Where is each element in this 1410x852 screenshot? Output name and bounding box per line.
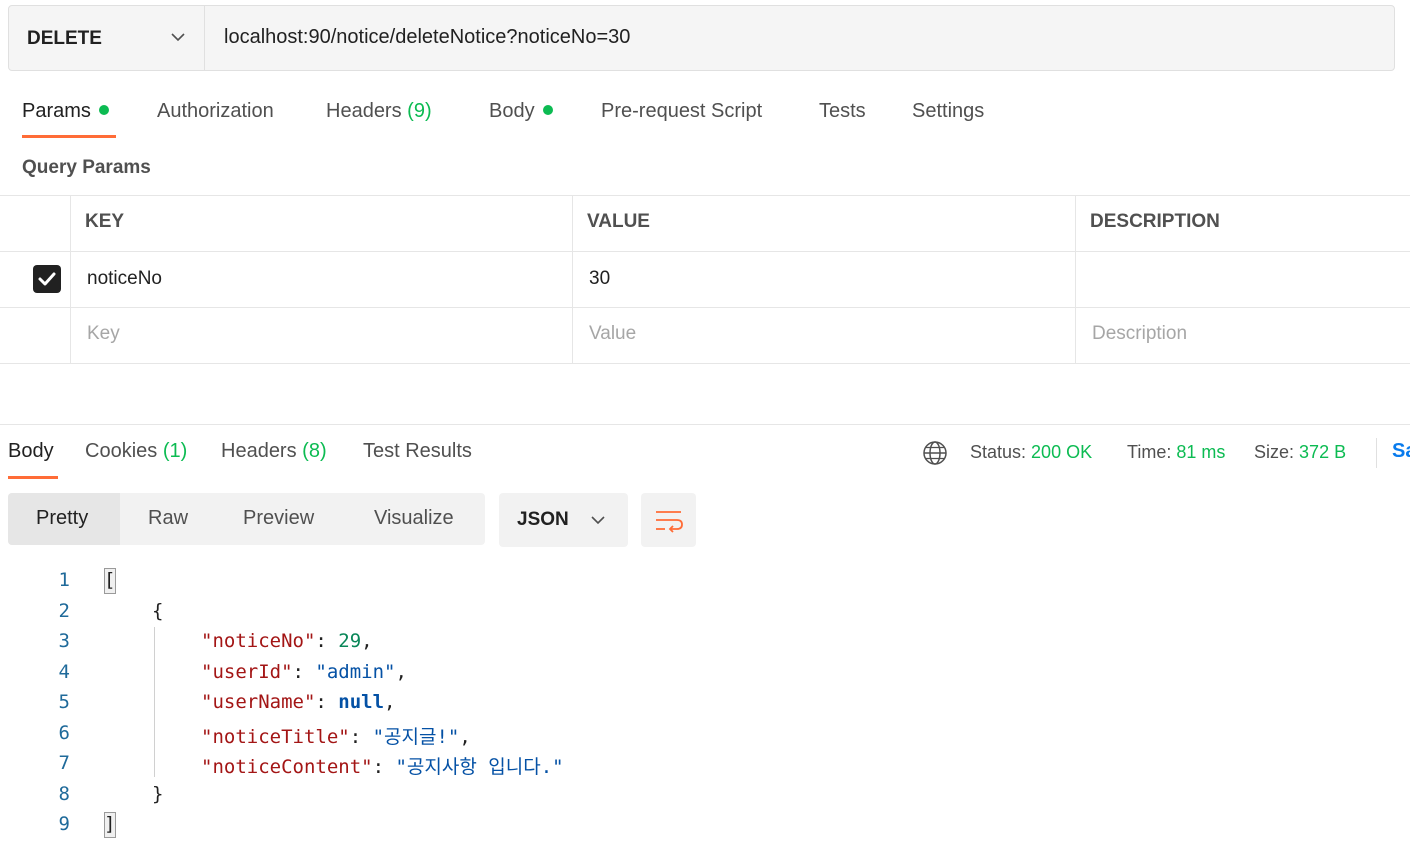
url-input[interactable]: localhost:90/notice/deleteNotice?noticeN… xyxy=(224,26,630,49)
request-bar: DELETE localhost:90/notice/deleteNotice?… xyxy=(8,5,1395,71)
cookies-count: (1) xyxy=(162,440,188,462)
line-number: 3 xyxy=(58,630,70,652)
table-border-header xyxy=(0,251,1410,252)
code-line: "userId": "admin", xyxy=(201,661,407,683)
json-key: "noticeContent" xyxy=(201,756,373,778)
table-border-bottom xyxy=(0,363,1410,364)
checkbox-checked-icon xyxy=(38,272,56,286)
method-label: DELETE xyxy=(27,28,102,49)
view-mode-preview[interactable]: Preview xyxy=(243,507,314,530)
view-mode-raw[interactable]: Raw xyxy=(148,507,188,530)
method-select[interactable]: DELETE xyxy=(9,6,205,70)
table-col-divider xyxy=(70,195,71,363)
indent-guide xyxy=(154,627,155,777)
status-label: Status: xyxy=(970,442,1027,462)
code-line: "noticeContent": "공지사항 입니다." xyxy=(201,756,564,778)
tab-body[interactable]: Body xyxy=(489,100,553,123)
view-mode-pretty[interactable]: Pretty xyxy=(36,507,88,530)
tab-prerequest-script[interactable]: Pre-request Script xyxy=(601,100,762,123)
save-response-button[interactable]: Sa xyxy=(1392,440,1410,463)
column-header-value: VALUE xyxy=(587,211,650,232)
line-number: 9 xyxy=(58,813,70,835)
query-params-title: Query Params xyxy=(22,157,151,178)
param-key-cell[interactable]: noticeNo xyxy=(87,268,162,290)
tab-params[interactable]: Params xyxy=(22,100,109,123)
code-line: { xyxy=(152,600,164,622)
line-number: 8 xyxy=(58,783,70,805)
code-line: [ xyxy=(104,569,116,591)
headers-count: (9) xyxy=(407,100,432,122)
code-line: "noticeTitle": "공지글!", xyxy=(201,726,471,748)
code-line: ] xyxy=(104,813,116,835)
line-number: 4 xyxy=(58,661,70,683)
new-value-input[interactable]: Value xyxy=(589,323,636,345)
table-col-divider xyxy=(1075,195,1076,363)
response-divider xyxy=(0,424,1410,425)
size-label: Size: xyxy=(1254,442,1295,462)
view-mode-visualize[interactable]: Visualize xyxy=(374,507,454,530)
code-line: "userName": null, xyxy=(201,691,396,713)
new-key-input[interactable]: Key xyxy=(87,323,120,345)
new-description-input[interactable]: Description xyxy=(1092,323,1187,345)
table-border-row1 xyxy=(0,307,1410,308)
time-info[interactable]: Time: 81 ms xyxy=(1127,442,1225,463)
json-key: "noticeNo" xyxy=(201,630,316,652)
table-border-top xyxy=(0,195,1410,196)
param-value-cell[interactable]: 30 xyxy=(589,268,610,290)
param-enabled-checkbox[interactable] xyxy=(33,265,61,293)
response-tab-test-results[interactable]: Test Results xyxy=(363,440,472,463)
json-key: "noticeTitle" xyxy=(201,726,350,748)
tab-body-label: Body xyxy=(489,100,535,122)
json-string: "공지글!" xyxy=(372,726,460,748)
response-headers-label: Headers xyxy=(221,440,297,462)
tab-authorization[interactable]: Authorization xyxy=(157,100,274,123)
size-info[interactable]: Size: 372 B xyxy=(1254,442,1346,463)
body-active-dot xyxy=(542,104,553,115)
chevron-down-icon xyxy=(591,516,605,525)
json-key: "userId" xyxy=(201,661,293,683)
size-value: 372 B xyxy=(1299,442,1347,462)
globe-icon[interactable] xyxy=(922,440,948,466)
toolbar-separator xyxy=(1376,438,1377,468)
response-headers-count: (8) xyxy=(302,440,327,462)
response-tab-body[interactable]: Body xyxy=(8,440,54,463)
tab-params-label: Params xyxy=(22,100,91,122)
json-null: null xyxy=(338,691,385,713)
wrap-lines-icon xyxy=(656,511,683,533)
tab-headers[interactable]: Headers (9) xyxy=(326,100,432,123)
code-line: } xyxy=(152,783,164,805)
status-info: Status: 200 OK xyxy=(970,442,1092,463)
code-line: "noticeNo": 29, xyxy=(201,630,373,652)
table-col-divider xyxy=(572,195,573,363)
status-value: 200 OK xyxy=(1031,442,1093,462)
chevron-down-icon xyxy=(171,33,185,42)
time-value: 81 ms xyxy=(1176,442,1226,462)
line-number: 7 xyxy=(58,752,70,774)
time-label: Time: xyxy=(1127,442,1172,462)
line-number: 5 xyxy=(58,691,70,713)
json-key: "userName" xyxy=(201,691,316,713)
tab-settings[interactable]: Settings xyxy=(912,100,984,123)
params-active-dot xyxy=(98,104,109,115)
column-header-description: DESCRIPTION xyxy=(1090,211,1220,232)
line-number: 2 xyxy=(58,600,70,622)
tab-headers-label: Headers xyxy=(326,100,402,122)
line-number: 6 xyxy=(58,722,70,744)
json-string: "admin" xyxy=(315,661,396,683)
json-number: 29 xyxy=(338,630,362,652)
column-header-key: KEY xyxy=(85,211,125,232)
response-tab-cookies[interactable]: Cookies (1) xyxy=(85,440,187,463)
tab-params-underline xyxy=(22,135,116,138)
json-string: "공지사항 입니다." xyxy=(395,756,564,778)
response-tab-headers[interactable]: Headers (8) xyxy=(221,440,327,463)
tab-tests[interactable]: Tests xyxy=(819,100,866,123)
response-tab-body-underline xyxy=(8,476,58,479)
wrap-lines-button[interactable] xyxy=(641,493,696,547)
line-number: 1 xyxy=(58,569,70,591)
format-select-label: JSON xyxy=(517,509,569,530)
cookies-label: Cookies xyxy=(85,440,158,462)
